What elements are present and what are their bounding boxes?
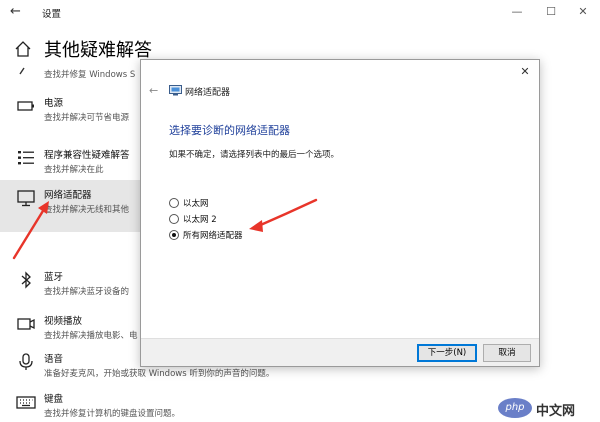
next-button[interactable]: 下一步(N) xyxy=(417,344,477,362)
radio-button-checked[interactable] xyxy=(169,230,179,240)
close-icon[interactable]: ✕ xyxy=(572,3,594,21)
dialog-back-icon[interactable]: ← xyxy=(149,84,158,97)
list-item[interactable]: 程序兼容性疑难解答 查找并解决在此 xyxy=(0,140,150,184)
watermark: php 中文网 xyxy=(498,398,596,420)
item-desc: 查找并解决可节省电源 xyxy=(44,113,130,123)
item-name: 蓝牙 xyxy=(44,272,64,283)
list-item[interactable]: 电源 查找并解决可节省电源 xyxy=(0,88,150,132)
list-item[interactable]: 语音 准备好麦克风，开始或获取 Windows 听到你的声音的问题。 xyxy=(0,344,274,388)
item-desc: 查找并解决无线和其他 xyxy=(44,205,130,215)
item-desc: 查找并解决在此 xyxy=(44,165,104,175)
item-desc: 查找并修复计算机的键盘设置问题。 xyxy=(44,409,181,419)
list-item-selected[interactable]: 网络适配器 查找并解决无线和其他 xyxy=(0,180,150,232)
radio-label: 所有网络适配器 xyxy=(183,231,243,241)
dialog-footer: 下一步(N) 取消 xyxy=(141,338,539,366)
dialog-instruction: 如果不确定，请选择列表中的最后一个选项。 xyxy=(169,150,340,160)
dialog-close-icon[interactable]: ✕ xyxy=(517,64,533,80)
battery-icon xyxy=(17,101,34,111)
item-desc: 查找并解决蓝牙设备的 xyxy=(44,287,130,297)
radio-button[interactable] xyxy=(169,214,179,224)
title-bar: ← 设置 — ☐ ✕ xyxy=(0,0,600,28)
item-name: 程序兼容性疑难解答 xyxy=(44,150,130,161)
item-name: 电源 xyxy=(44,98,64,109)
window-title: 设置 xyxy=(42,9,62,20)
item-name: 网络适配器 xyxy=(44,190,92,201)
radio-label: 以太网 xyxy=(183,199,209,209)
php-logo-icon: php xyxy=(498,398,532,418)
bluetooth-icon xyxy=(21,271,31,289)
network-adapter-icon xyxy=(17,190,35,207)
list-item[interactable]: 键盘 查找并修复计算机的键盘设置问题。 xyxy=(0,384,180,422)
dialog-app-title: 网络适配器 xyxy=(185,88,231,98)
item-desc: 准备好麦克风，开始或获取 Windows 听到你的声音的问题。 xyxy=(44,369,275,379)
dialog-heading: 选择要诊断的网络适配器 xyxy=(169,124,290,137)
video-icon xyxy=(17,318,35,330)
microphone-icon xyxy=(19,353,33,370)
back-arrow-icon[interactable]: ← xyxy=(10,4,26,20)
network-app-icon xyxy=(169,85,182,96)
item-desc: 查找并解决播放电影、电 xyxy=(44,331,138,341)
item-desc: 查找并修复 Windows S xyxy=(44,70,136,80)
minimize-icon[interactable]: — xyxy=(506,3,528,21)
network-adapter-dialog: ✕ ← 网络适配器 选择要诊断的网络适配器 如果不确定，请选择列表中的最后一个选… xyxy=(140,59,540,367)
compat-list-icon xyxy=(18,151,34,165)
keyboard-icon xyxy=(16,396,36,409)
item-name: 语音 xyxy=(44,354,64,365)
watermark-text: 中文网 xyxy=(536,404,576,419)
maximize-icon[interactable]: ☐ xyxy=(540,3,562,21)
list-item[interactable]: 蓝牙 查找并解决蓝牙设备的 xyxy=(0,262,150,306)
radio-button[interactable] xyxy=(169,198,179,208)
radio-label: 以太网 2 xyxy=(183,215,217,225)
partial-icon xyxy=(19,67,25,75)
page-title: 其他疑难解答 xyxy=(44,40,152,61)
item-name: 键盘 xyxy=(44,394,64,405)
item-name: 视频播放 xyxy=(44,316,83,327)
home-icon[interactable] xyxy=(14,40,32,58)
cancel-button[interactable]: 取消 xyxy=(483,344,531,362)
